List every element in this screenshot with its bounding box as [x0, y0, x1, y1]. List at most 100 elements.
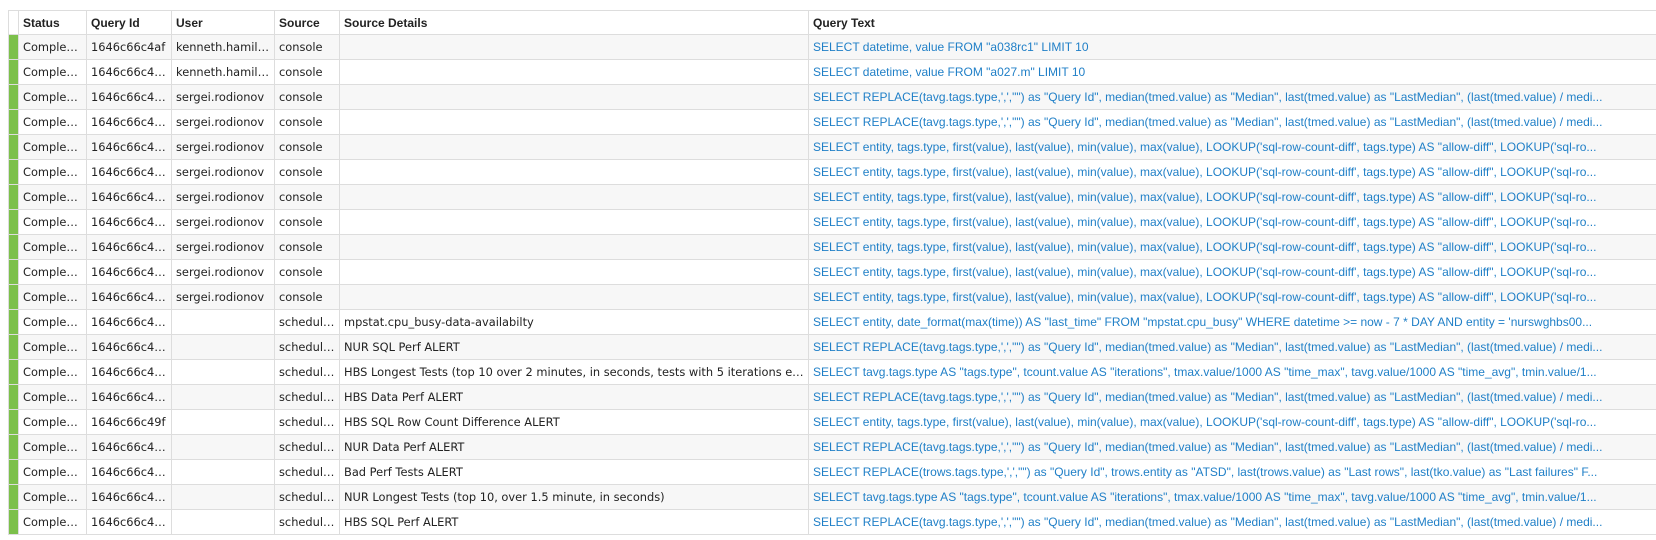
status-cell: Completed	[18, 34, 87, 60]
table-row[interactable]: Completed 1646c66c4aa sergei.rodionov conso…	[8, 134, 1656, 160]
source-cell: console	[274, 159, 340, 185]
status-indicator-header	[8, 10, 19, 35]
source-details-cell	[339, 284, 809, 310]
query-text-link[interactable]: SELECT entity, date_format(max(time)) AS…	[808, 309, 1656, 335]
query-text-link[interactable]: SELECT entity, tags.type, first(value), …	[808, 209, 1656, 235]
column-header-query-text[interactable]: Query Text	[808, 10, 1656, 35]
query-text-link[interactable]: SELECT REPLACE(tavg.tags.type,',',"") as…	[808, 334, 1656, 360]
status-cell: Completed	[18, 184, 87, 210]
query-id-cell: 1646c66c49c	[86, 484, 172, 510]
source-details-cell	[339, 259, 809, 285]
source-cell: scheduled	[274, 484, 340, 510]
query-text-link[interactable]: SELECT entity, tags.type, first(value), …	[808, 134, 1656, 160]
query-text-link[interactable]: SELECT REPLACE(tavg.tags.type,',',"") as…	[808, 109, 1656, 135]
column-header-query-id[interactable]: Query Id	[86, 10, 172, 35]
query-text-link[interactable]: SELECT entity, tags.type, first(value), …	[808, 259, 1656, 285]
user-cell: sergei.rodionov	[171, 284, 275, 310]
query-text-link[interactable]: SELECT entity, tags.type, first(value), …	[808, 184, 1656, 210]
query-text-link[interactable]: SELECT REPLACE(tavg.tags.type,',',"") as…	[808, 509, 1656, 535]
query-id-cell: 1646c66c49f	[86, 409, 172, 435]
query-text-link[interactable]: SELECT entity, tags.type, first(value), …	[808, 159, 1656, 185]
table-row[interactable]: Completed 1646c66c4a9 sergei.rodionov conso…	[8, 159, 1656, 185]
status-cell: Completed	[18, 384, 87, 410]
table-row[interactable]: Completed 1646c66c49d scheduled Bad Perf Te…	[8, 459, 1656, 485]
source-details-cell	[339, 84, 809, 110]
table-row[interactable]: Completed 1646c66c4a2 scheduled NUR SQL Per…	[8, 334, 1656, 360]
query-id-cell: 1646c66c4a1	[86, 359, 172, 385]
query-text-link[interactable]: SELECT entity, tags.type, first(value), …	[808, 234, 1656, 260]
table-row[interactable]: Completed 1646c66c4a1 scheduled HBS Longest…	[8, 359, 1656, 385]
status-indicator	[8, 84, 19, 110]
source-details-cell	[339, 59, 809, 85]
source-cell: scheduled	[274, 434, 340, 460]
table-row[interactable]: Completed 1646c66c4ad kenneth.hamilton cons…	[8, 59, 1656, 85]
source-details-cell: NUR Data Perf ALERT	[339, 434, 809, 460]
table-row[interactable]: Completed 1646c66c4a3 scheduled mpstat.cpu_…	[8, 309, 1656, 335]
status-cell: Completed	[18, 509, 87, 535]
source-details-cell: Bad Perf Tests ALERT	[339, 459, 809, 485]
source-details-cell	[339, 109, 809, 135]
status-cell: Completed	[18, 259, 87, 285]
table-row[interactable]: Completed 1646c66c4a0 scheduled HBS Data Pe…	[8, 384, 1656, 410]
query-id-cell: 1646c66c4a3	[86, 309, 172, 335]
status-indicator	[8, 59, 19, 85]
query-id-cell: 1646c66c4ab	[86, 109, 172, 135]
table-row[interactable]: Completed 1646c66c49e scheduled NUR Data Pe…	[8, 434, 1656, 460]
user-cell: sergei.rodionov	[171, 209, 275, 235]
source-cell: scheduled	[274, 384, 340, 410]
user-cell	[171, 484, 275, 510]
source-details-cell: HBS SQL Row Count Difference ALERT	[339, 409, 809, 435]
column-header-user[interactable]: User	[171, 10, 275, 35]
status-indicator	[8, 234, 19, 260]
query-text-link[interactable]: SELECT datetime, value FROM "a027.m" LIM…	[808, 59, 1656, 85]
table-body: Completed 1646c66c4af kenneth.hamilton cons…	[8, 34, 1656, 535]
status-cell: Completed	[18, 59, 87, 85]
query-text-link[interactable]: SELECT REPLACE(trows.tags.type,',',"") a…	[808, 459, 1656, 485]
status-cell: Completed	[18, 459, 87, 485]
query-text-link[interactable]: SELECT REPLACE(tavg.tags.type,',',"") as…	[808, 384, 1656, 410]
table-row[interactable]: Completed 1646c66c4ab sergei.rodionov conso…	[8, 109, 1656, 135]
source-cell: scheduled	[274, 509, 340, 535]
source-cell: scheduled	[274, 334, 340, 360]
status-indicator	[8, 434, 19, 460]
status-cell: Completed	[18, 159, 87, 185]
query-text-link[interactable]: SELECT datetime, value FROM "a038rc1" LI…	[808, 34, 1656, 60]
column-header-status[interactable]: Status	[18, 10, 87, 35]
status-indicator	[8, 384, 19, 410]
query-text-link[interactable]: SELECT tavg.tags.type AS "tags.type", tc…	[808, 359, 1656, 385]
user-cell: sergei.rodionov	[171, 234, 275, 260]
table-row[interactable]: Completed 1646c66c4a4 sergei.rodionov conso…	[8, 284, 1656, 310]
query-text-link[interactable]: SELECT REPLACE(tavg.tags.type,',',"") as…	[808, 434, 1656, 460]
user-cell	[171, 434, 275, 460]
user-cell: sergei.rodionov	[171, 184, 275, 210]
user-cell	[171, 359, 275, 385]
query-text-link[interactable]: SELECT REPLACE(tavg.tags.type,',',"") as…	[808, 84, 1656, 110]
table-row[interactable]: Completed 1646c66c4a6 sergei.rodionov conso…	[8, 234, 1656, 260]
status-indicator	[8, 184, 19, 210]
query-id-cell: 1646c66c4a5	[86, 259, 172, 285]
status-indicator	[8, 284, 19, 310]
query-id-cell: 1646c66c4a0	[86, 384, 172, 410]
column-header-source-details[interactable]: Source Details	[339, 10, 809, 35]
column-header-source[interactable]: Source	[274, 10, 340, 35]
table-row[interactable]: Completed 1646c66c49f scheduled HBS SQL Row…	[8, 409, 1656, 435]
table-row[interactable]: Completed 1646c66c4af kenneth.hamilton cons…	[8, 34, 1656, 60]
user-cell	[171, 459, 275, 485]
table-row[interactable]: Completed 1646c66c4ac sergei.rodionov conso…	[8, 84, 1656, 110]
table-row[interactable]: Completed 1646c66c4a7 sergei.rodionov conso…	[8, 209, 1656, 235]
table-row[interactable]: Completed 1646c66c49b scheduled HBS SQL Per…	[8, 509, 1656, 535]
table-row[interactable]: Completed 1646c66c49c scheduled NUR Longest…	[8, 484, 1656, 510]
source-cell: scheduled	[274, 459, 340, 485]
table-row[interactable]: Completed 1646c66c4a5 sergei.rodionov conso…	[8, 259, 1656, 285]
source-details-cell: mpstat.cpu_busy-data-availabilty	[339, 309, 809, 335]
user-cell: kenneth.hamilton	[171, 34, 275, 60]
source-cell: scheduled	[274, 309, 340, 335]
query-text-link[interactable]: SELECT entity, tags.type, first(value), …	[808, 284, 1656, 310]
query-table-container: Status Query Id User Source Source Detai…	[8, 10, 1656, 535]
table-row[interactable]: Completed 1646c66c4a8 sergei.rodionov conso…	[8, 184, 1656, 210]
query-text-link[interactable]: SELECT entity, tags.type, first(value), …	[808, 409, 1656, 435]
source-details-cell	[339, 134, 809, 160]
status-cell: Completed	[18, 434, 87, 460]
status-indicator	[8, 459, 19, 485]
query-text-link[interactable]: SELECT tavg.tags.type AS "tags.type", tc…	[808, 484, 1656, 510]
